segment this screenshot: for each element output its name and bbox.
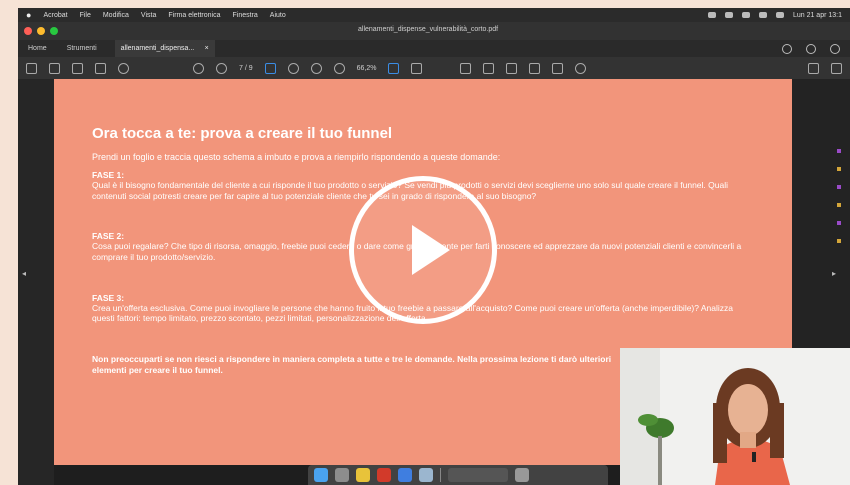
mac-dock [308, 465, 608, 485]
fit-page-icon[interactable] [388, 62, 400, 74]
status-icon[interactable] [707, 12, 716, 18]
document-filename: allenamenti_dispense_vulnerabilità_corto… [358, 26, 499, 33]
status-icon[interactable] [724, 12, 733, 18]
tool-shortcut-icon[interactable] [837, 203, 841, 207]
stamp-icon[interactable] [529, 62, 541, 74]
print-icon[interactable] [95, 62, 106, 74]
app-icon[interactable] [398, 468, 412, 482]
comment-icon[interactable] [460, 62, 472, 74]
page-indicator[interactable]: 7 / 9 [239, 65, 253, 72]
status-icons: Lun 21 apr 13:1 [707, 12, 842, 19]
minimize-window-button[interactable] [37, 27, 45, 35]
window-controls [24, 27, 58, 35]
tool-shortcut-icon[interactable] [837, 167, 841, 171]
panel-icon[interactable] [831, 62, 842, 74]
zoom-level[interactable]: 66,2% [357, 65, 377, 72]
apps-grid-icon[interactable] [830, 43, 840, 54]
close-window-button[interactable] [24, 27, 32, 35]
video-play-button[interactable] [349, 176, 497, 324]
left-panel: ◂ [18, 79, 54, 485]
page-intro: Prendi un foglio e traccia questo schema… [92, 152, 501, 162]
clock[interactable]: Lun 21 apr 13:1 [793, 12, 842, 19]
menu-acrobat[interactable]: Acrobat [43, 12, 67, 19]
highlight-pen-icon[interactable] [483, 62, 495, 74]
tool-shortcuts [837, 149, 841, 243]
battery-icon[interactable] [758, 12, 767, 18]
menu-view[interactable]: Vista [141, 12, 156, 19]
tab-active-document[interactable]: allenamenti_dispensa... × [114, 40, 215, 57]
dock-minimized-window[interactable] [448, 468, 508, 482]
page-down-icon[interactable] [216, 62, 227, 74]
app-icon[interactable] [419, 468, 433, 482]
tab-tools[interactable]: Strumenti [57, 40, 107, 57]
menu-help[interactable]: Aiuto [270, 12, 286, 19]
menu-file[interactable]: File [80, 12, 91, 19]
zoom-in-icon[interactable] [333, 62, 345, 74]
zoom-window-button[interactable] [50, 27, 58, 35]
notifications-icon[interactable] [806, 43, 816, 54]
help-icon[interactable] [782, 43, 792, 54]
tool-shortcut-icon[interactable] [837, 149, 841, 153]
finder-icon[interactable] [314, 468, 328, 482]
menu-window[interactable]: Finestra [233, 12, 258, 19]
menu-esign[interactable]: Firma elettronica [168, 12, 220, 19]
draw-icon[interactable] [506, 62, 518, 74]
tab-active-label: allenamenti_dispensa... [120, 45, 195, 52]
launchpad-icon[interactable] [335, 468, 349, 482]
tool-shortcut-icon[interactable] [837, 239, 841, 243]
tab-close-icon[interactable]: × [205, 40, 209, 57]
expand-right-panel-icon[interactable]: ▸ [832, 269, 836, 278]
tool-shortcut-icon[interactable] [837, 185, 841, 189]
audio-icon[interactable] [575, 62, 587, 74]
hand-tool-icon[interactable] [287, 62, 299, 74]
upload-icon[interactable] [72, 62, 83, 74]
presenter-video [620, 348, 850, 485]
tab-home[interactable]: Home [18, 40, 57, 57]
closing-note: Non preoccuparti se non riesci a rispond… [92, 353, 612, 375]
sidebar-toggle-icon[interactable] [26, 62, 37, 74]
menu-edit[interactable]: Modifica [103, 12, 129, 19]
chrome-icon[interactable] [356, 468, 370, 482]
search-icon[interactable] [118, 62, 129, 74]
delete-icon[interactable] [552, 62, 564, 74]
apple-icon[interactable]: ● [26, 10, 31, 20]
page-title: Ora tocca a te: prova a creare il tuo fu… [92, 125, 393, 142]
page-up-icon[interactable] [193, 62, 204, 74]
tab-bar: Home Strumenti allenamenti_dispensa... × [18, 40, 850, 57]
search-icon[interactable] [775, 12, 784, 18]
webcam-overlay [620, 348, 850, 485]
play-icon [412, 225, 450, 275]
select-cursor-icon[interactable] [264, 62, 276, 74]
mac-menu-bar: ● Acrobat File Modifica Vista Firma elet… [18, 8, 850, 22]
scroll-mode-icon[interactable] [411, 62, 423, 74]
acrobat-icon[interactable] [377, 468, 391, 482]
pdf-toolbar: 7 / 9 66,2% [18, 57, 850, 79]
account-controls [782, 43, 850, 54]
tool-shortcut-icon[interactable] [837, 221, 841, 225]
bookmark-star-icon[interactable] [49, 62, 60, 74]
trash-icon[interactable] [515, 468, 529, 482]
zoom-out-icon[interactable] [310, 62, 322, 74]
expand-left-panel-icon[interactable]: ◂ [22, 269, 26, 278]
window-title-bar: allenamenti_dispense_vulnerabilità_corto… [18, 22, 850, 40]
share-icon[interactable] [808, 62, 819, 74]
wifi-icon[interactable] [741, 12, 750, 18]
